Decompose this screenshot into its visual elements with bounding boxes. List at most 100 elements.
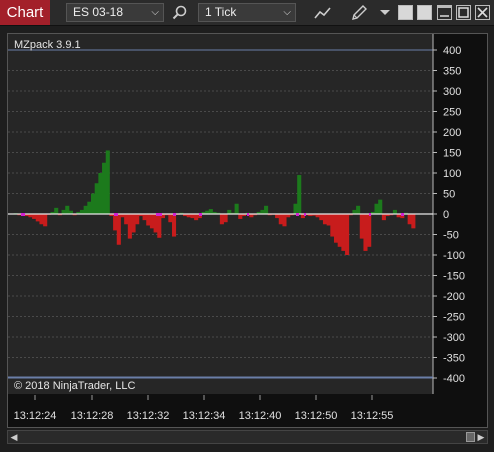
delta-bar (356, 205, 361, 214)
x-tick-label: 13:12:24 (14, 410, 57, 422)
mzpack-delta-chart: 400 350 300 250 200 150 100 50 0 -50 -100 -150 -200 -… (8, 34, 465, 422)
y-tick-label: 300 (443, 86, 461, 98)
delta-bar (124, 214, 129, 225)
delta-bar (337, 214, 342, 247)
instrument-label: ES 03-18 (73, 5, 124, 19)
interval-selector[interactable]: 1 Tick ⌵ (198, 3, 296, 22)
signal-marker (199, 213, 202, 216)
delta-bar (359, 214, 364, 239)
chart-panel[interactable]: 400 350 300 250 200 150 100 50 0 -50 -100 -150 -200 -… (7, 33, 488, 428)
delta-bar (113, 214, 118, 231)
delta-bar (39, 214, 44, 225)
horizontal-scrollbar[interactable]: ◀ ▶ (7, 430, 488, 444)
x-tick-label: 13:12:50 (295, 410, 338, 422)
delta-bar (61, 209, 66, 214)
delta-bar (98, 173, 103, 214)
delta-bar (54, 207, 59, 214)
delta-bar (102, 162, 107, 214)
signal-marker (304, 213, 306, 216)
y-tick-label: 400 (443, 45, 461, 57)
x-tick-label: 13:12:55 (351, 410, 394, 422)
delta-bar (153, 214, 158, 233)
scroll-left-icon[interactable]: ◀ (9, 432, 19, 442)
chevron-down-icon: ⌵ (151, 7, 159, 18)
delta-bar (83, 205, 88, 214)
signal-marker (156, 213, 162, 216)
x-tick-label: 13:12:40 (239, 410, 282, 422)
delta-bar (146, 214, 151, 226)
delta-bar (105, 150, 110, 214)
delta-bar (345, 214, 350, 255)
delta-bar (381, 214, 386, 221)
delta-bar (282, 214, 287, 227)
signal-marker (21, 213, 25, 216)
copyright-text: © 2018 NinjaTrader, LLC (14, 380, 136, 392)
x-tick-label: 13:12:34 (183, 410, 226, 422)
tile-window-icon[interactable] (398, 5, 413, 20)
delta-bar (411, 214, 416, 229)
delta-bar (142, 214, 147, 221)
indicator-label: MZpack 3.9.1 (14, 39, 81, 51)
y-tick-label: 0 (443, 209, 449, 221)
delta-bar (326, 214, 331, 226)
signal-marker (369, 213, 371, 216)
delta-bar (322, 214, 328, 225)
y-tick-label: -300 (443, 332, 465, 344)
delta-bar (352, 209, 357, 214)
delta-bar (172, 214, 177, 237)
delta-bar (168, 214, 173, 223)
interval-label: 1 Tick (205, 5, 237, 19)
maximize-icon[interactable] (456, 5, 471, 20)
delta-bar (367, 214, 372, 247)
chevron-down-icon: ⌵ (283, 7, 291, 18)
chart-toolbar: Chart ES 03-18 ⌵ 1 Tick ⌵ (0, 0, 494, 26)
delta-bar (260, 209, 265, 214)
instrument-selector[interactable]: ES 03-18 ⌵ (66, 3, 164, 22)
delta-bar (127, 214, 132, 239)
pencil-icon[interactable] (350, 4, 368, 22)
y-tick-label: -250 (443, 312, 465, 324)
delta-bar (234, 203, 239, 214)
delta-bar (219, 214, 224, 225)
delta-bar (392, 209, 397, 214)
delta-bar (407, 214, 412, 225)
y-tick-label: -400 (443, 373, 465, 385)
delta-bar (131, 214, 136, 233)
signal-marker (247, 213, 249, 216)
delta-bar (278, 214, 283, 225)
x-tick-label: 13:12:28 (71, 410, 114, 422)
delta-bar (374, 203, 379, 214)
delta-bar (264, 205, 269, 214)
signal-marker (296, 213, 299, 216)
y-tick-label: 100 (443, 168, 461, 180)
delta-bar (208, 209, 213, 214)
delta-bar (157, 214, 162, 238)
chart-tab[interactable]: Chart (0, 0, 50, 25)
tile-window-icon[interactable] (417, 5, 432, 20)
x-tick-label: 13:12:32 (127, 410, 170, 422)
delta-bar (194, 214, 199, 221)
delta-bar (87, 201, 92, 214)
delta-bar (297, 175, 302, 214)
minimize-icon[interactable] (437, 5, 452, 20)
signal-marker (114, 213, 118, 216)
signal-marker (401, 213, 404, 216)
close-icon[interactable] (475, 5, 490, 20)
scrollbar-thumb[interactable] (466, 432, 475, 442)
delta-bar (149, 214, 154, 229)
y-tick-label: 250 (443, 107, 461, 119)
delta-bar (334, 214, 339, 243)
chart-style-icon[interactable] (314, 4, 332, 22)
delta-bar (293, 203, 298, 214)
delta-bar (135, 214, 140, 225)
y-tick-label: 200 (443, 127, 461, 139)
scroll-right-icon[interactable]: ▶ (476, 432, 486, 442)
search-icon[interactable] (171, 4, 189, 22)
delta-bar (65, 205, 70, 214)
delta-bar (223, 214, 228, 223)
delta-bar (91, 193, 96, 214)
delta-bar (227, 209, 232, 214)
drawing-tools-dropdown-icon[interactable] (378, 5, 396, 23)
delta-bar (35, 214, 40, 222)
delta-bar (341, 214, 346, 251)
